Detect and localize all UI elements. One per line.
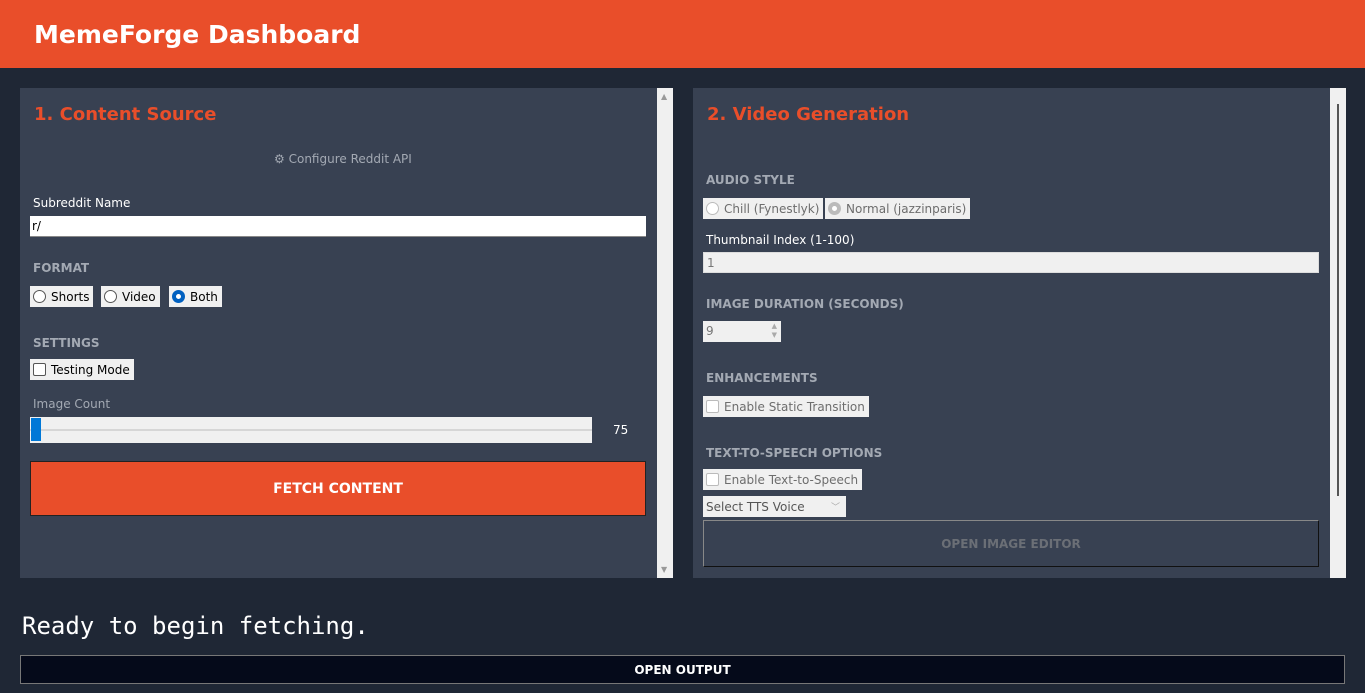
select-value: Select TTS Voice — [706, 499, 805, 514]
subreddit-input[interactable] — [30, 216, 646, 237]
format-radio-both[interactable]: Both — [169, 286, 222, 307]
tts-heading: TEXT-TO-SPEECH OPTIONS — [706, 446, 883, 460]
video-generation-scrollbar[interactable] — [1330, 88, 1346, 578]
checkbox-label: Testing Mode — [51, 362, 130, 377]
radio-selected-icon — [828, 202, 841, 215]
image-count-value: 75 — [613, 423, 629, 437]
static-transition-checkbox[interactable]: Enable Static Transition — [703, 396, 869, 417]
settings-heading: SETTINGS — [33, 336, 100, 350]
open-image-editor-button[interactable]: OPEN IMAGE EDITOR — [703, 520, 1319, 567]
scrollbar-thumb[interactable] — [1337, 104, 1339, 496]
radio-selected-icon — [172, 290, 185, 303]
audio-radio-chill[interactable]: Chill (Fynestlyk) — [703, 198, 824, 219]
subreddit-label: Subreddit Name — [33, 196, 131, 210]
audio-style-heading: AUDIO STYLE — [706, 173, 795, 187]
radio-icon — [33, 290, 46, 303]
spinbox-value: 9 — [706, 324, 714, 338]
enhancements-heading: ENHANCEMENTS — [706, 371, 818, 385]
format-radio-video[interactable]: Video — [101, 286, 160, 307]
content-source-scrollbar[interactable]: ▲ ▼ — [657, 88, 673, 578]
radio-label: Chill (Fynestlyk) — [724, 201, 820, 216]
status-text: Ready to begin fetching. — [22, 612, 369, 640]
format-radio-shorts[interactable]: Shorts — [30, 286, 94, 307]
thumbnail-index-label: Thumbnail Index (1-100) — [706, 233, 855, 247]
enable-tts-checkbox[interactable]: Enable Text-to-Speech — [703, 469, 863, 490]
configure-reddit-api-link[interactable]: ⚙ Configure Reddit API — [274, 152, 412, 166]
spin-arrows-icon[interactable]: ▲ ▼ — [772, 322, 777, 340]
radio-label: Video — [122, 289, 156, 304]
checkbox-label: Enable Static Transition — [724, 399, 865, 414]
tts-voice-select[interactable]: Select TTS Voice ﹀ — [703, 496, 846, 517]
app-header: MemeForge Dashboard — [0, 0, 1365, 68]
panel-title: 2. Video Generation — [707, 104, 910, 125]
testing-mode-checkbox[interactable]: Testing Mode — [30, 359, 134, 380]
image-duration-heading: IMAGE DURATION (SECONDS) — [706, 297, 904, 311]
radio-icon — [706, 202, 719, 215]
radio-label: Shorts — [51, 289, 90, 304]
image-duration-spinbox[interactable]: 9 ▲ ▼ — [703, 321, 781, 342]
gear-icon: ⚙ — [274, 152, 285, 166]
radio-label: Both — [190, 289, 218, 304]
app-title: MemeForge Dashboard — [34, 20, 361, 49]
checkbox-label: Enable Text-to-Speech — [724, 472, 859, 487]
thumbnail-index-input[interactable] — [703, 252, 1319, 273]
video-generation-panel: 2. Video Generation AUDIO STYLE Chill (F… — [693, 88, 1330, 578]
audio-radio-normal[interactable]: Normal (jazzinparis) — [825, 198, 971, 219]
fetch-content-button[interactable]: FETCH CONTENT — [30, 461, 646, 516]
content-source-panel: 1. Content Source ⚙ Configure Reddit API… — [20, 88, 657, 578]
radio-label: Normal (jazzinparis) — [846, 201, 967, 216]
checkbox-icon — [33, 363, 46, 376]
checkbox-icon — [706, 473, 719, 486]
image-count-slider[interactable] — [30, 417, 592, 443]
format-heading: FORMAT — [33, 261, 90, 275]
open-output-button[interactable]: OPEN OUTPUT — [20, 655, 1345, 684]
slider-handle[interactable] — [31, 418, 41, 441]
radio-icon — [104, 290, 117, 303]
panel-title: 1. Content Source — [34, 104, 217, 125]
image-count-label: Image Count — [33, 397, 111, 411]
chevron-down-icon: ﹀ — [830, 503, 840, 513]
configure-label: Configure Reddit API — [288, 152, 412, 166]
checkbox-icon — [706, 400, 719, 413]
